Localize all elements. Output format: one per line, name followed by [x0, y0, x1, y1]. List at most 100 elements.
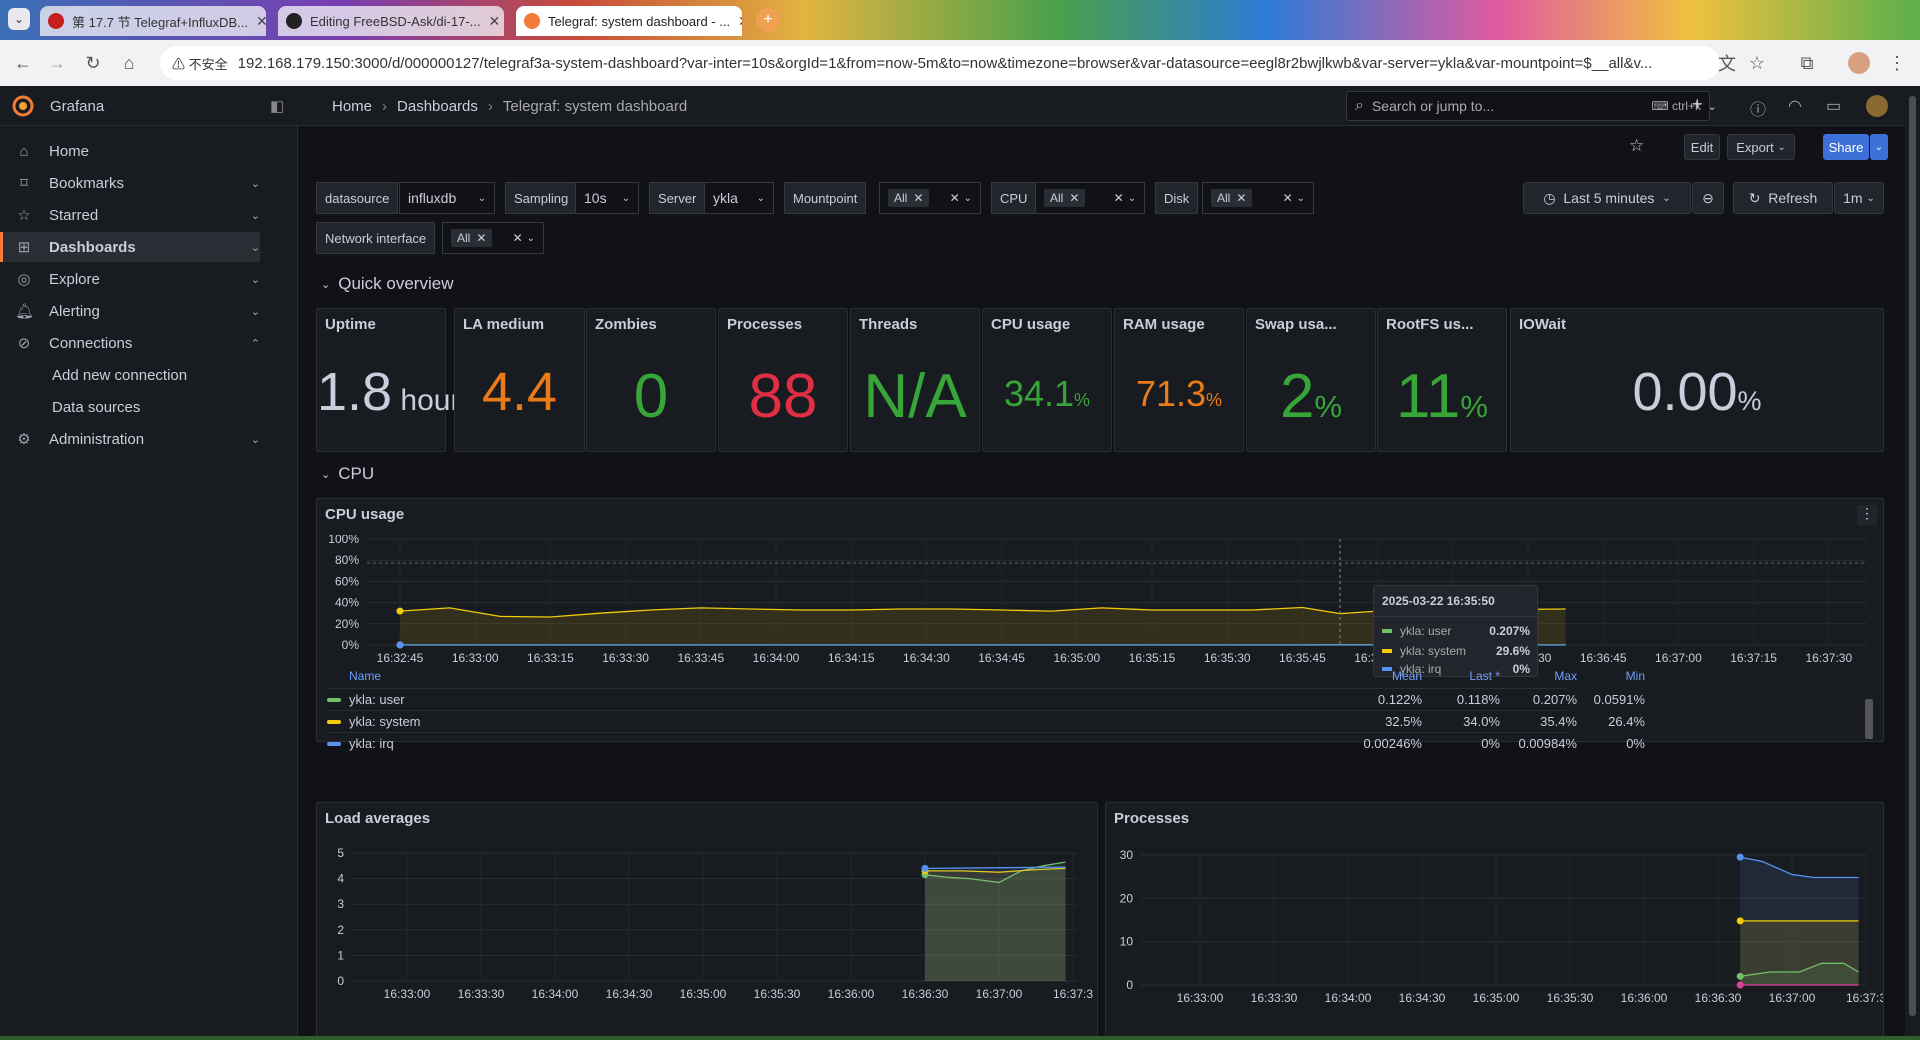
- sidebar-item-dashboards[interactable]: ⊞ Dashboards ⌄: [0, 232, 260, 262]
- bookmark-star-icon[interactable]: ☆: [1740, 46, 1774, 80]
- share-label: Share: [1828, 139, 1864, 155]
- var-sampling-select[interactable]: 10s ⌄: [575, 182, 639, 214]
- sidebar-item-add-new-connection[interactable]: Add new connection: [0, 360, 260, 390]
- close-tab-icon[interactable]: ✕: [738, 13, 742, 30]
- scrollbar-thumb[interactable]: [1909, 96, 1916, 1016]
- sidebar-item-explore[interactable]: ◎ Explore ⌄: [0, 264, 260, 294]
- sidebar-item-home[interactable]: ⌂ Home: [0, 136, 260, 166]
- var-netif-select[interactable]: All ✕ ✕ ⌄: [442, 222, 544, 254]
- chevron-down-icon[interactable]: ⌄: [251, 241, 260, 254]
- panel-menu-icon[interactable]: ⋮: [1857, 505, 1877, 525]
- share-button[interactable]: Share: [1823, 134, 1869, 160]
- load-averages-chart[interactable]: 5 4 3 2 1 0 16:33:00 16:33:30 16:34:00 16:34:30 16…: [317, 839, 1097, 1039]
- browser-tab[interactable]: 第 17.7 节 Telegraf+InfluxDB... ✕: [40, 6, 266, 36]
- chevron-up-icon[interactable]: ⌃: [251, 337, 260, 350]
- news-icon[interactable]: ◠: [1788, 96, 1802, 116]
- sidebar-item-data-sources[interactable]: Data sources: [0, 392, 260, 422]
- browser-menu-icon[interactable]: ⋮: [1880, 46, 1914, 80]
- add-button[interactable]: + ⌄: [1692, 94, 1717, 115]
- processes-panel[interactable]: Processes 30 20 10 0 16:33:00 16:33:30 16:34:0…: [1105, 802, 1884, 1040]
- chevron-down-icon[interactable]: ⌄: [251, 305, 260, 318]
- forward-icon[interactable]: →: [40, 46, 74, 80]
- legend-col-mean[interactable]: Mean: [1342, 669, 1422, 683]
- close-tab-icon[interactable]: ✕: [256, 13, 266, 30]
- new-tab-button[interactable]: +: [756, 8, 780, 32]
- var-server-select[interactable]: ykla ⌄: [704, 182, 774, 214]
- back-icon[interactable]: ←: [6, 46, 40, 80]
- legend-row[interactable]: ykla: irq 0.00246% 0% 0.00984% 0%: [327, 732, 1645, 754]
- clear-icon[interactable]: ✕: [513, 231, 523, 245]
- stat-panel[interactable]: Processes 88: [718, 308, 848, 452]
- refresh-interval-select[interactable]: 1m ⌄: [1834, 182, 1884, 214]
- remove-chip-icon[interactable]: ✕: [1069, 191, 1079, 205]
- var-disk-select[interactable]: All ✕ ✕ ⌄: [1202, 182, 1314, 214]
- share-dropdown-icon[interactable]: ⌄: [1870, 134, 1888, 160]
- profile-avatar[interactable]: [1848, 52, 1870, 74]
- edit-button[interactable]: Edit: [1684, 134, 1720, 160]
- time-range-picker[interactable]: ◷ Last 5 minutes ⌄: [1523, 182, 1691, 214]
- remove-chip-icon[interactable]: ✕: [913, 191, 923, 205]
- stat-panel[interactable]: RAM usage 71.3%: [1114, 308, 1244, 452]
- stat-panel[interactable]: Threads N/A: [850, 308, 980, 452]
- processes-chart[interactable]: 30 20 10 0 16:33:00 16:33:30 16:34:00 16:34:30 1…: [1106, 839, 1883, 1039]
- stat-panel[interactable]: RootFS us... 11%: [1377, 308, 1507, 452]
- dock-menu-icon[interactable]: ◧: [270, 97, 284, 115]
- security-warning[interactable]: ⚠ 不安全: [172, 54, 228, 73]
- remove-chip-icon[interactable]: ✕: [1236, 191, 1246, 205]
- browser-tab-active[interactable]: Telegraf: system dashboard - ... ✕: [516, 6, 742, 36]
- stat-panel[interactable]: Swap usa... 2%: [1246, 308, 1376, 452]
- url-field[interactable]: ⚠ 不安全 192.168.179.150:3000/d/000000127/t…: [160, 46, 1720, 80]
- legend-row[interactable]: ykla: user 0.122% 0.118% 0.207% 0.0591%: [327, 688, 1645, 710]
- sidebar-item-administration[interactable]: ⚙ Administration ⌄: [0, 424, 260, 454]
- search-input[interactable]: ⌕ Search or jump to... ⌨ ctrl+k: [1346, 91, 1710, 121]
- chevron-down-icon[interactable]: ⌄: [251, 177, 260, 190]
- browser-tab[interactable]: Editing FreeBSD-Ask/di-17-... ✕: [278, 6, 504, 36]
- legend-col-name[interactable]: Name: [349, 669, 381, 683]
- clear-icon[interactable]: ✕: [1114, 191, 1124, 205]
- help-icon[interactable]: ⓘ: [1750, 96, 1766, 120]
- var-datasource-select[interactable]: influxdb ⌄: [399, 182, 495, 214]
- zoom-out-icon[interactable]: ⊖: [1692, 182, 1724, 214]
- stat-panel[interactable]: Zombies 0: [586, 308, 716, 452]
- row-quick-overview[interactable]: ⌄ Quick overview: [321, 274, 453, 294]
- breadcrumb-dashboards[interactable]: Dashboards: [397, 98, 478, 115]
- row-cpu[interactable]: ⌄ CPU: [321, 464, 374, 484]
- reload-icon[interactable]: ↻: [76, 46, 110, 80]
- breadcrumb-home[interactable]: Home: [332, 98, 372, 115]
- sidebar-item-starred[interactable]: ☆ Starred ⌄: [0, 200, 260, 230]
- user-avatar[interactable]: [1866, 95, 1888, 117]
- extensions-icon[interactable]: ⧉: [1790, 46, 1824, 80]
- legend-col-last[interactable]: Last *: [1420, 669, 1500, 683]
- stat-panel[interactable]: LA medium 4.4: [454, 308, 585, 452]
- cpu-usage-panel[interactable]: CPU usage ⋮ 100% 80% 60% 40% 20% 0% 16:32:45 16…: [316, 498, 1884, 751]
- legend-col-min[interactable]: Min: [1565, 669, 1645, 683]
- translate-icon[interactable]: 文: [1710, 46, 1744, 80]
- sidebar-item-alerting[interactable]: 🔔︎ Alerting ⌄: [0, 296, 260, 326]
- sidebar-item-connections[interactable]: ⊘ Connections ⌃: [0, 328, 260, 358]
- star-dashboard-icon[interactable]: ☆: [1629, 136, 1644, 156]
- chevron-down-icon[interactable]: ⌄: [251, 433, 260, 446]
- kiosk-icon[interactable]: ▭: [1826, 96, 1841, 116]
- tab-list-icon[interactable]: ⌄: [8, 8, 30, 30]
- sidebar-item-bookmarks[interactable]: ⌑ Bookmarks ⌄: [0, 168, 260, 198]
- remove-chip-icon[interactable]: ✕: [476, 231, 486, 245]
- chevron-down-icon[interactable]: ⌄: [251, 209, 260, 222]
- legend-row[interactable]: ykla: system 32.5% 34.0% 35.4% 26.4%: [327, 710, 1645, 732]
- close-tab-icon[interactable]: ✕: [489, 13, 501, 30]
- clear-icon[interactable]: ✕: [950, 191, 960, 205]
- cpu-usage-chart[interactable]: 100% 80% 60% 40% 20% 0% 16:32:45 16:33:00 16:33:…: [317, 535, 1883, 675]
- home-icon[interactable]: ⌂: [112, 46, 146, 80]
- page-scrollbar[interactable]: [1905, 86, 1920, 1036]
- stat-panel[interactable]: CPU usage 34.1%: [982, 308, 1112, 452]
- export-button[interactable]: Export ⌄: [1727, 134, 1795, 160]
- refresh-button[interactable]: ↻ Refresh: [1733, 182, 1833, 214]
- stat-panel[interactable]: IOWait 0.00%: [1510, 308, 1884, 452]
- var-cpu-select[interactable]: All ✕ ✕ ⌄: [1035, 182, 1145, 214]
- var-mountpoint-select[interactable]: All ✕ ✕ ⌄: [879, 182, 981, 214]
- stat-panel[interactable]: Uptime 1.8 hours: [316, 308, 475, 452]
- clear-icon[interactable]: ✕: [1283, 191, 1293, 205]
- load-averages-panel[interactable]: Load averages 5 4 3 2 1 0 16:33:00 16:33:30 16:3…: [316, 802, 1098, 1040]
- chevron-down-icon[interactable]: ⌄: [251, 273, 260, 286]
- legend-scrollbar[interactable]: [1865, 699, 1873, 739]
- grafana-logo-icon[interactable]: [12, 95, 34, 117]
